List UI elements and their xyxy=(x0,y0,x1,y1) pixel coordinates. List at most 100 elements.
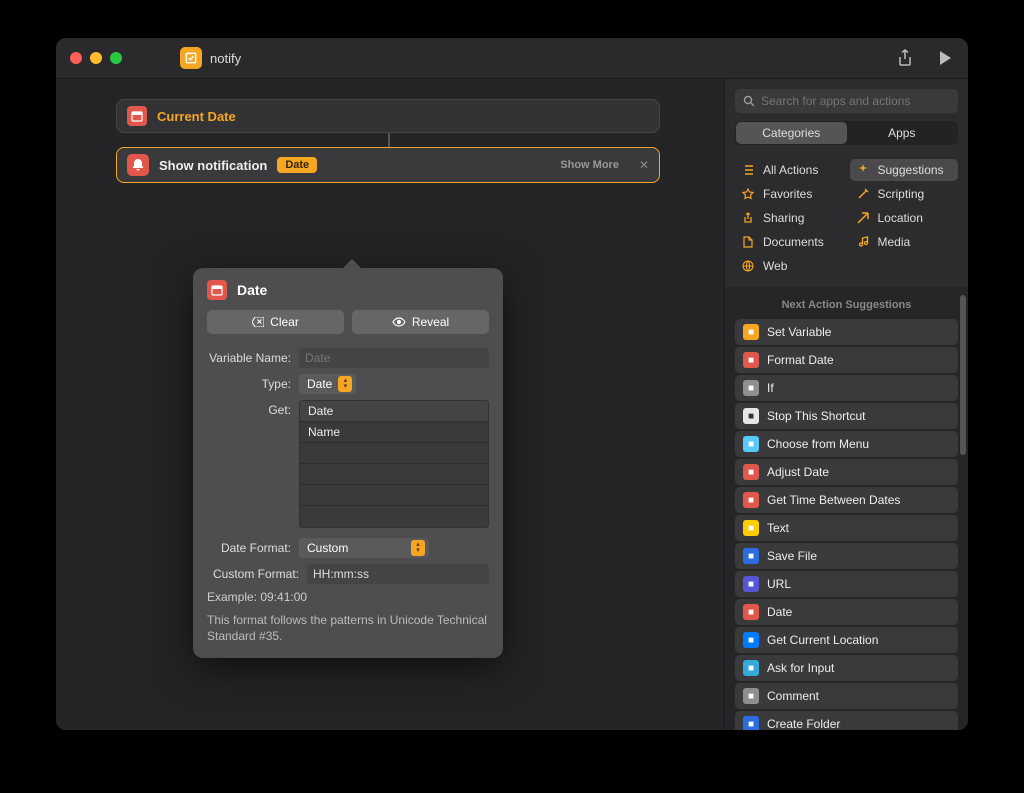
suggestion-icon: ■ xyxy=(743,576,759,592)
globe-icon xyxy=(741,260,755,272)
wand-icon xyxy=(856,164,870,176)
suggestion-item[interactable]: ■ Text xyxy=(735,515,958,541)
current-date-label: Current Date xyxy=(157,109,236,124)
suggestion-icon: ■ xyxy=(743,520,759,536)
suggestion-item[interactable]: ■ Adjust Date xyxy=(735,459,958,485)
suggestion-label: Ask for Input xyxy=(767,661,834,675)
date-format-select[interactable]: Custom ▴▾ xyxy=(299,538,429,558)
search-icon xyxy=(743,95,755,107)
app-icon xyxy=(180,47,202,69)
suggestion-icon: ■ xyxy=(743,632,759,648)
get-option-name[interactable]: Name xyxy=(300,422,488,443)
wand2-icon xyxy=(856,188,870,200)
get-label: Get: xyxy=(207,400,299,417)
variable-name-label: Variable Name: xyxy=(207,348,299,365)
calendar-icon xyxy=(127,106,147,126)
suggestion-icon: ■ xyxy=(743,604,759,620)
minimize-window-button[interactable] xyxy=(90,52,102,64)
suggestion-item[interactable]: ■ Get Time Between Dates xyxy=(735,487,958,513)
suggestion-label: Adjust Date xyxy=(767,465,829,479)
run-button[interactable] xyxy=(936,49,954,67)
suggestion-item[interactable]: ■ Stop This Shortcut xyxy=(735,403,958,429)
share-button[interactable] xyxy=(896,49,914,67)
search-input[interactable] xyxy=(735,89,958,113)
suggestion-label: Create Folder xyxy=(767,717,840,730)
doc-icon xyxy=(741,236,755,248)
category-sharing[interactable]: Sharing xyxy=(735,207,844,229)
zoom-window-button[interactable] xyxy=(110,52,122,64)
suggestion-item[interactable]: ■ Format Date xyxy=(735,347,958,373)
suggestion-item[interactable]: ■Set Variable xyxy=(735,319,958,345)
suggestion-label: Choose from Menu xyxy=(767,437,869,451)
custom-format-label: Custom Format: xyxy=(207,564,307,581)
suggestion-item[interactable]: ■ Choose from Menu xyxy=(735,431,958,457)
suggestion-label: Text xyxy=(767,521,789,535)
tab-categories[interactable]: Categories xyxy=(736,122,847,144)
category-all[interactable]: All Actions xyxy=(735,159,844,181)
suggestion-label: Format Date xyxy=(767,353,834,367)
suggestion-item[interactable]: ■ If xyxy=(735,375,958,401)
show-notification-action[interactable]: Show notification Date Show More ✕ xyxy=(116,147,660,183)
tab-apps[interactable]: Apps xyxy=(847,122,958,144)
suggestion-icon: ■ xyxy=(743,408,759,424)
suggestion-icon: ■ xyxy=(743,436,759,452)
suggestion-item[interactable]: ■ Get Current Location xyxy=(735,627,958,653)
get-option-date[interactable]: Date xyxy=(300,401,488,422)
suggestion-icon: ■ xyxy=(743,352,759,368)
suggestion-label: URL xyxy=(767,577,791,591)
suggestion-label: Comment xyxy=(767,689,819,703)
popover-title: Date xyxy=(237,282,267,298)
suggestion-item[interactable]: ■ Create Folder xyxy=(735,711,958,730)
star-icon xyxy=(741,188,755,200)
current-date-node[interactable]: Current Date xyxy=(116,99,660,133)
remove-action-button[interactable]: ✕ xyxy=(639,158,649,172)
suggestion-icon: ■ xyxy=(743,716,759,730)
music-icon xyxy=(856,236,870,248)
suggestion-icon: ■ xyxy=(743,492,759,508)
app-window: notify Current Date Show notif xyxy=(56,38,968,730)
suggestion-icon: ■ xyxy=(743,548,759,564)
action-name: Show notification xyxy=(159,158,267,173)
category-grid: All Actions Suggestions Favorites Scripting… xyxy=(725,155,968,287)
backspace-icon xyxy=(252,317,264,327)
category-suggestions[interactable]: Suggestions xyxy=(850,159,959,181)
action-param-pill[interactable]: Date xyxy=(277,157,317,173)
segmented-control: Categories Apps xyxy=(735,121,958,145)
suggestion-item[interactable]: ■Date xyxy=(735,599,958,625)
arrow-icon xyxy=(856,212,870,224)
show-more-button[interactable]: Show More xyxy=(560,159,619,171)
clear-button[interactable]: Clear xyxy=(207,310,344,334)
window-title: notify xyxy=(210,51,241,66)
get-listbox[interactable]: Date Name . . . . xyxy=(299,400,489,528)
connector xyxy=(388,133,390,147)
custom-format-input[interactable] xyxy=(307,564,489,584)
type-select[interactable]: Date ▴▾ xyxy=(299,374,356,394)
reveal-button[interactable]: Reveal xyxy=(352,310,489,334)
suggestion-label: Stop This Shortcut xyxy=(767,409,866,423)
notification-icon xyxy=(127,154,149,176)
category-documents[interactable]: Documents xyxy=(735,231,844,253)
category-location[interactable]: Location xyxy=(850,207,959,229)
close-window-button[interactable] xyxy=(70,52,82,64)
category-media[interactable]: Media xyxy=(850,231,959,253)
suggestion-item[interactable]: ■Comment xyxy=(735,683,958,709)
variable-name-input[interactable] xyxy=(299,348,489,368)
suggestion-label: Get Time Between Dates xyxy=(767,493,900,507)
category-web[interactable]: Web xyxy=(735,255,844,277)
chevron-updown-icon: ▴▾ xyxy=(338,376,352,392)
suggestion-item[interactable]: ■Ask for Input xyxy=(735,655,958,681)
suggestion-icon: ■ xyxy=(743,464,759,480)
suggestion-item[interactable]: ■Save File xyxy=(735,543,958,569)
category-scripting[interactable]: Scripting xyxy=(850,183,959,205)
calendar-icon xyxy=(207,280,227,300)
share-icon xyxy=(741,212,755,224)
window-controls xyxy=(70,52,122,64)
format-note: This format follows the patterns in Unic… xyxy=(207,612,489,644)
category-favorites[interactable]: Favorites xyxy=(735,183,844,205)
suggestion-label: If xyxy=(767,381,774,395)
workflow-canvas[interactable]: Current Date Show notification Date Show… xyxy=(56,79,724,730)
suggestion-label: Get Current Location xyxy=(767,633,878,647)
suggestion-item[interactable]: ■ URL xyxy=(735,571,958,597)
suggestion-icon: ■ xyxy=(743,380,759,396)
scrollbar-thumb[interactable] xyxy=(960,295,966,455)
